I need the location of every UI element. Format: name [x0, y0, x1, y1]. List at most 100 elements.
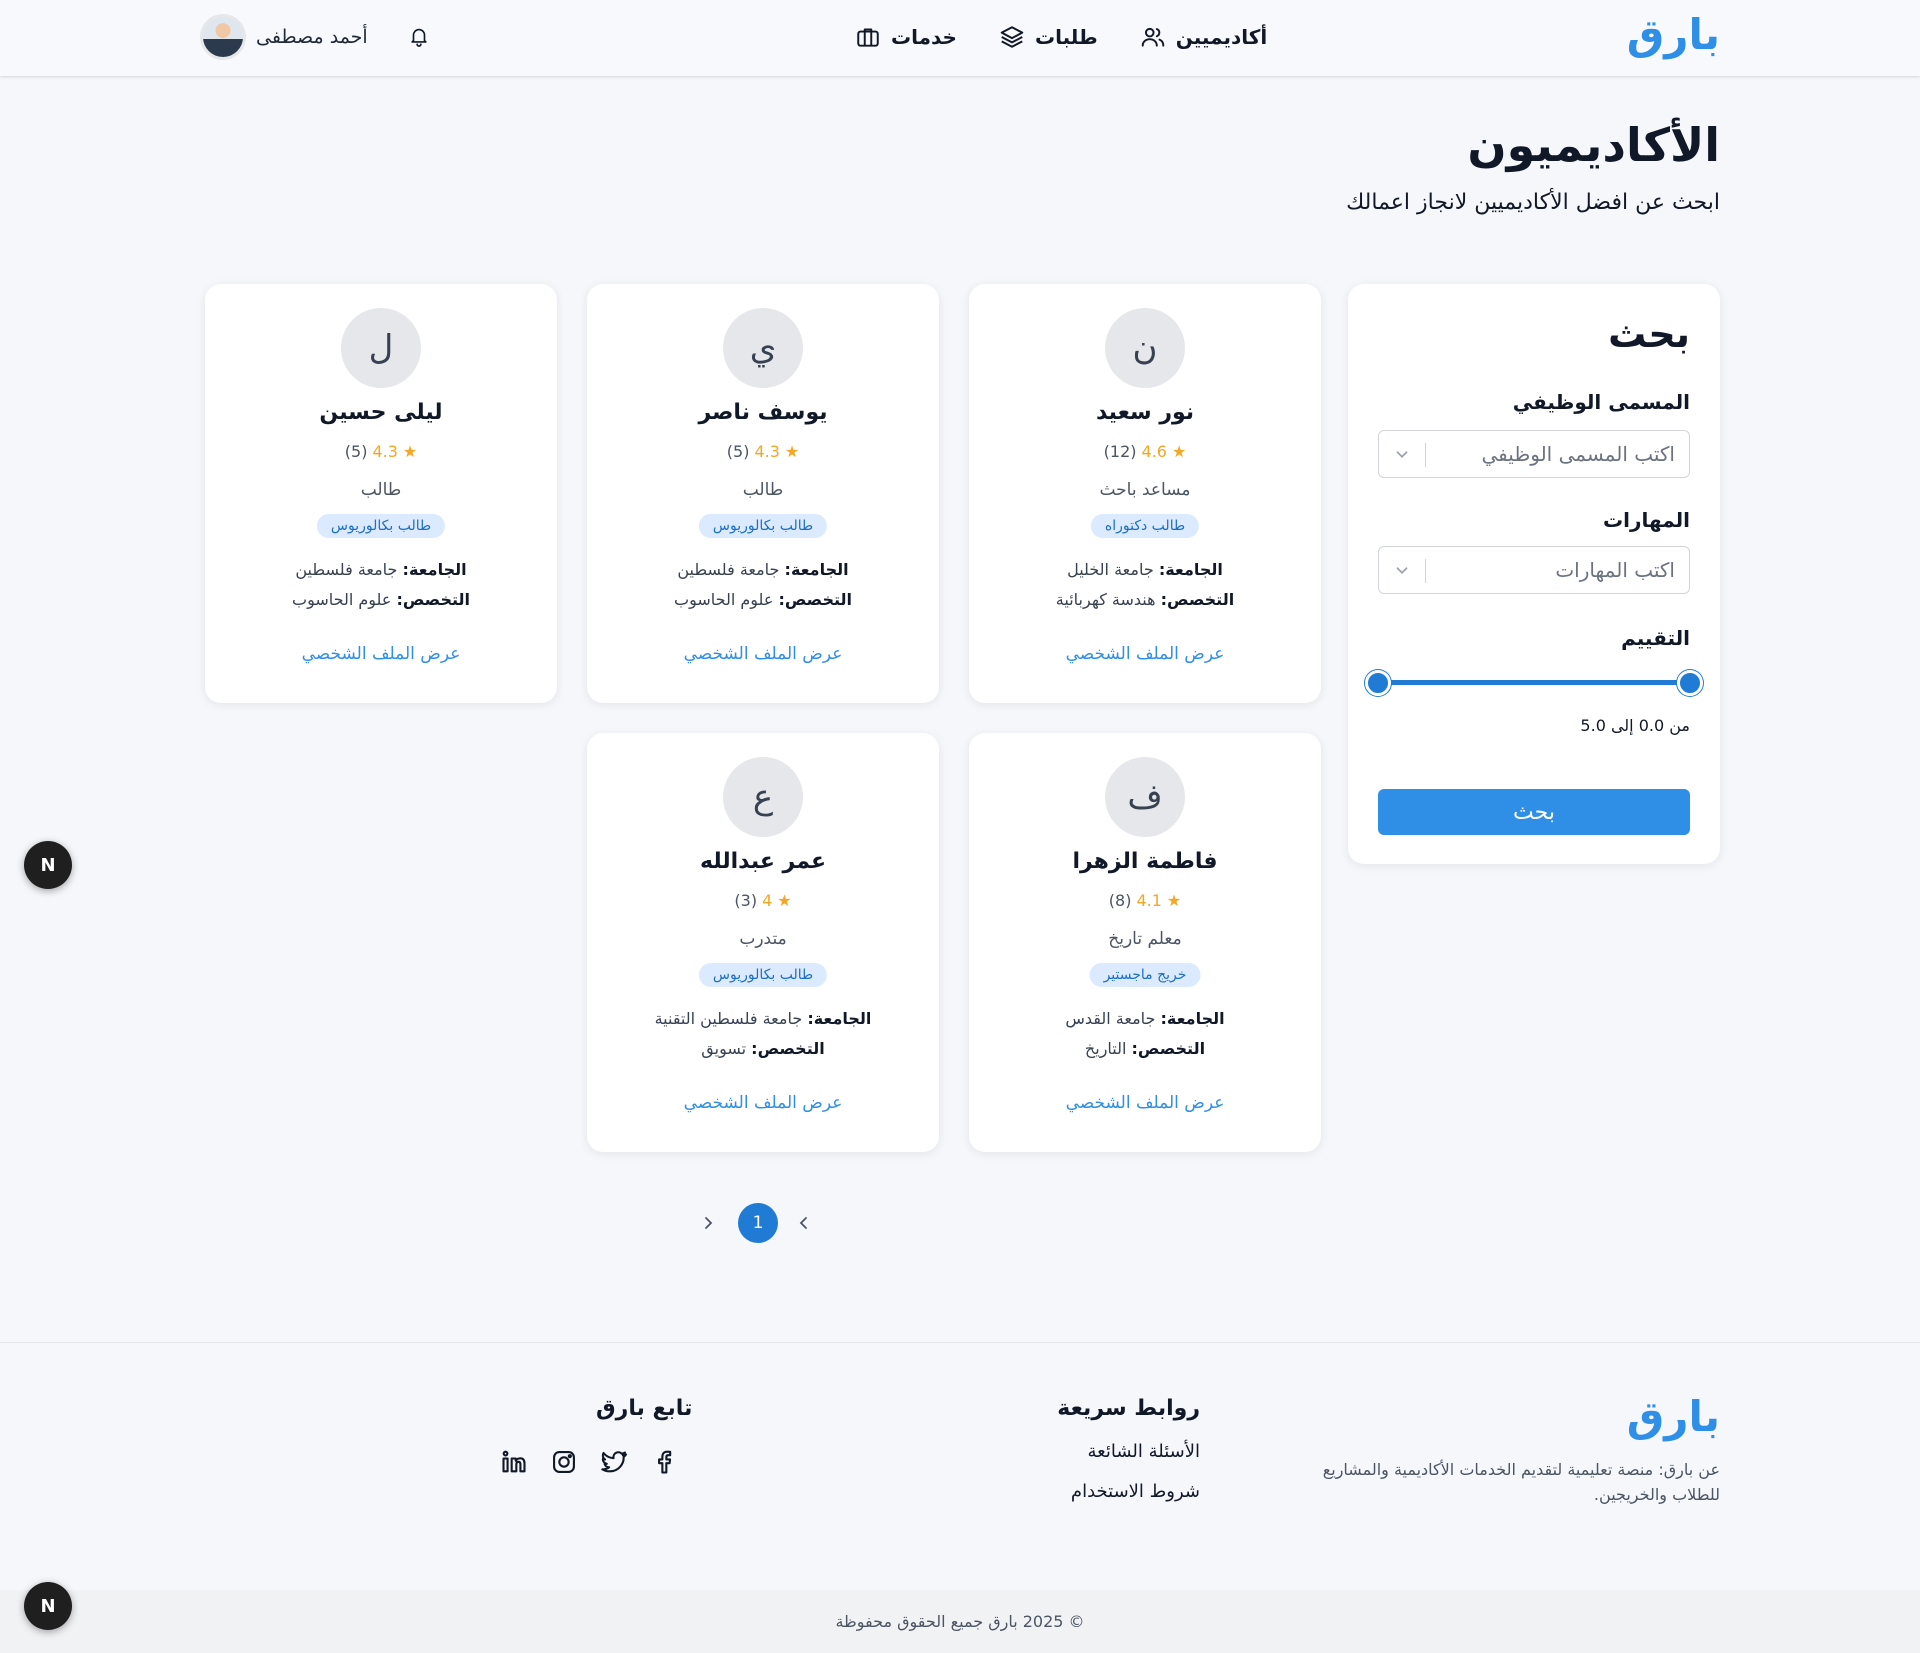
rating-value: 4.3 — [372, 442, 398, 461]
specialization-label: التخصص: — [1160, 590, 1235, 609]
job-title-label: المسمى الوظيفي — [1512, 390, 1690, 414]
academic-card: ع عمر عبدالله ★ 4 (3) متدرب طالب بكالوري… — [587, 733, 939, 1152]
degree-badge: طالب بكالوريوس — [316, 514, 446, 538]
skills-select[interactable]: اكتب المهارات — [1378, 546, 1690, 594]
nav-services[interactable]: خدمات — [855, 24, 957, 50]
rating-value: 4 — [762, 891, 773, 910]
footer-about-text: عن بارق: منصة تعليمية لتقديم الخدمات الأ… — [1322, 1460, 1720, 1504]
specialization-value: التاريخ — [1084, 1039, 1127, 1058]
degree-badge: طالب بكالوريوس — [698, 963, 828, 987]
specialization-label: التخصص: — [751, 1039, 825, 1058]
view-profile-link[interactable]: عرض الملف الشخصي — [205, 644, 557, 664]
academic-name: عمر عبدالله — [700, 849, 826, 874]
linkedin-icon[interactable] — [500, 1448, 528, 1476]
select-separator — [1425, 559, 1426, 583]
academic-role: مساعد باحث — [1099, 480, 1191, 500]
star-icon: ★ — [777, 891, 792, 910]
academic-role: متدرب — [739, 929, 787, 949]
review-count: (3) — [734, 891, 758, 910]
academic-specialization: التخصص: علوم الحاسوب — [205, 590, 557, 609]
job-title-placeholder: اكتب المسمى الوظيفي — [1481, 442, 1675, 466]
view-profile-link[interactable]: عرض الملف الشخصي — [587, 644, 939, 664]
academic-university: الجامعة: جامعة القدس — [969, 1009, 1321, 1028]
university-label: الجامعة: — [1160, 1009, 1225, 1028]
dev-tools-badge[interactable]: N — [24, 1582, 72, 1630]
nav-requests-label: طلبات — [1034, 25, 1098, 49]
briefcase-icon — [857, 28, 879, 47]
specialization-label: التخصص: — [396, 590, 470, 609]
search-button[interactable]: بحث — [1378, 789, 1690, 835]
skills-placeholder: اكتب المهارات — [1555, 558, 1675, 582]
footer-brand-logo[interactable]: بارق — [1627, 1392, 1720, 1441]
academic-card: ي يوسف ناصر ★ 4.3 (5) طالب طالب بكالوريو… — [587, 284, 939, 703]
university-label: الجامعة: — [807, 1009, 872, 1028]
rating-slider-track[interactable] — [1378, 680, 1690, 685]
page-number-current[interactable]: 1 — [738, 1203, 778, 1243]
job-title-select[interactable]: اكتب المسمى الوظيفي — [1378, 430, 1690, 478]
academic-name: ليلى حسين — [319, 400, 443, 425]
view-profile-link[interactable]: عرض الملف الشخصي — [969, 1093, 1321, 1113]
academic-card: ف فاطمة الزهرا ★ 4.1 (8) معلم تاريخ خريج… — [969, 733, 1321, 1152]
university-value: جامعة فلسطين — [295, 560, 398, 579]
page-subtitle: ابحث عن افضل الأكاديميين لانجاز اعمالك — [1346, 190, 1720, 215]
specialization-value: علوم الحاسوب — [674, 590, 774, 609]
star-icon: ★ — [1171, 442, 1187, 461]
academic-specialization: التخصص: تسويق — [587, 1039, 939, 1058]
review-count: (5) — [344, 442, 368, 461]
specialization-value: علوم الحاسوب — [292, 590, 392, 609]
nav-academics[interactable]: أكاديميين — [1140, 24, 1267, 50]
academic-name: نور سعيد — [1095, 400, 1195, 425]
academic-specialization: التخصص: هندسة كهربائية — [969, 590, 1321, 609]
rating-slider-max-handle[interactable] — [1677, 670, 1703, 696]
chevron-down-icon[interactable] — [1393, 561, 1411, 579]
skills-label: المهارات — [1603, 508, 1690, 532]
rating-range-text: من 0.0 إلى 5.0 — [1580, 716, 1690, 735]
facebook-icon[interactable] — [650, 1448, 678, 1476]
select-separator — [1425, 443, 1426, 467]
academic-specialization: التخصص: التاريخ — [969, 1039, 1321, 1058]
terms-link[interactable]: شروط الاستخدام — [1071, 1481, 1200, 1502]
rating-value: 4.3 — [754, 442, 780, 461]
user-menu[interactable]: أحمد مصطفى — [200, 14, 368, 60]
academic-rating: ★ 4.3 (5) — [205, 442, 557, 461]
dev-tools-badge[interactable]: N — [24, 841, 72, 889]
main-nav: أكاديميين طلبات خدمات — [855, 24, 1267, 50]
follow-title: تابع بارق — [596, 1396, 693, 1421]
chevron-down-icon[interactable] — [1393, 445, 1411, 463]
academic-card: ن نور سعيد ★ 4.6 (12) مساعد باحث طالب دك… — [969, 284, 1321, 703]
view-profile-link[interactable]: عرض الملف الشخصي — [587, 1093, 939, 1113]
rating-slider-min-handle[interactable] — [1365, 670, 1391, 696]
university-label: الجامعة: — [1158, 560, 1223, 579]
review-count: (12) — [1103, 442, 1137, 461]
degree-badge: خريج ماجستير — [1089, 963, 1201, 987]
academic-rating: ★ 4.3 (5) — [587, 442, 939, 461]
academic-university: الجامعة: جامعة فلسطين التقنية — [587, 1009, 939, 1028]
academic-rating: ★ 4.6 (12) — [969, 442, 1321, 461]
specialization-label: التخصص: — [1131, 1039, 1206, 1058]
academic-name: يوسف ناصر — [698, 400, 828, 425]
bell-icon[interactable] — [408, 25, 430, 47]
academic-university: الجامعة: جامعة الخليل — [969, 560, 1321, 579]
nav-requests[interactable]: طلبات — [999, 24, 1098, 50]
specialization-value: تسويق — [701, 1039, 747, 1058]
academic-avatar: ي — [723, 308, 803, 388]
quick-links-title: روابط سريعة — [1057, 1396, 1200, 1421]
academic-rating: ★ 4 (3) — [587, 891, 939, 910]
academic-card: ل ليلى حسين ★ 4.3 (5) طالب طالب بكالوريو… — [205, 284, 557, 703]
university-label: الجامعة: — [402, 560, 467, 579]
users-icon — [1141, 27, 1165, 47]
pagination: 1 — [700, 1203, 816, 1243]
academic-avatar: ف — [1105, 757, 1185, 837]
page-title: الأكاديميون — [1467, 118, 1720, 172]
academic-university: الجامعة: جامعة فلسطين — [587, 560, 939, 579]
rating-value: 4.1 — [1136, 891, 1162, 910]
brand-logo[interactable]: بارق — [1627, 10, 1720, 59]
user-avatar[interactable] — [200, 14, 246, 60]
instagram-icon[interactable] — [550, 1448, 578, 1476]
view-profile-link[interactable]: عرض الملف الشخصي — [969, 644, 1321, 664]
faq-link[interactable]: الأسئلة الشائعة — [1088, 1441, 1200, 1462]
chevron-right-icon[interactable] — [700, 1215, 716, 1231]
twitter-icon[interactable] — [600, 1448, 628, 1476]
academic-role: طالب — [742, 480, 784, 500]
chevron-left-icon[interactable] — [796, 1215, 812, 1231]
